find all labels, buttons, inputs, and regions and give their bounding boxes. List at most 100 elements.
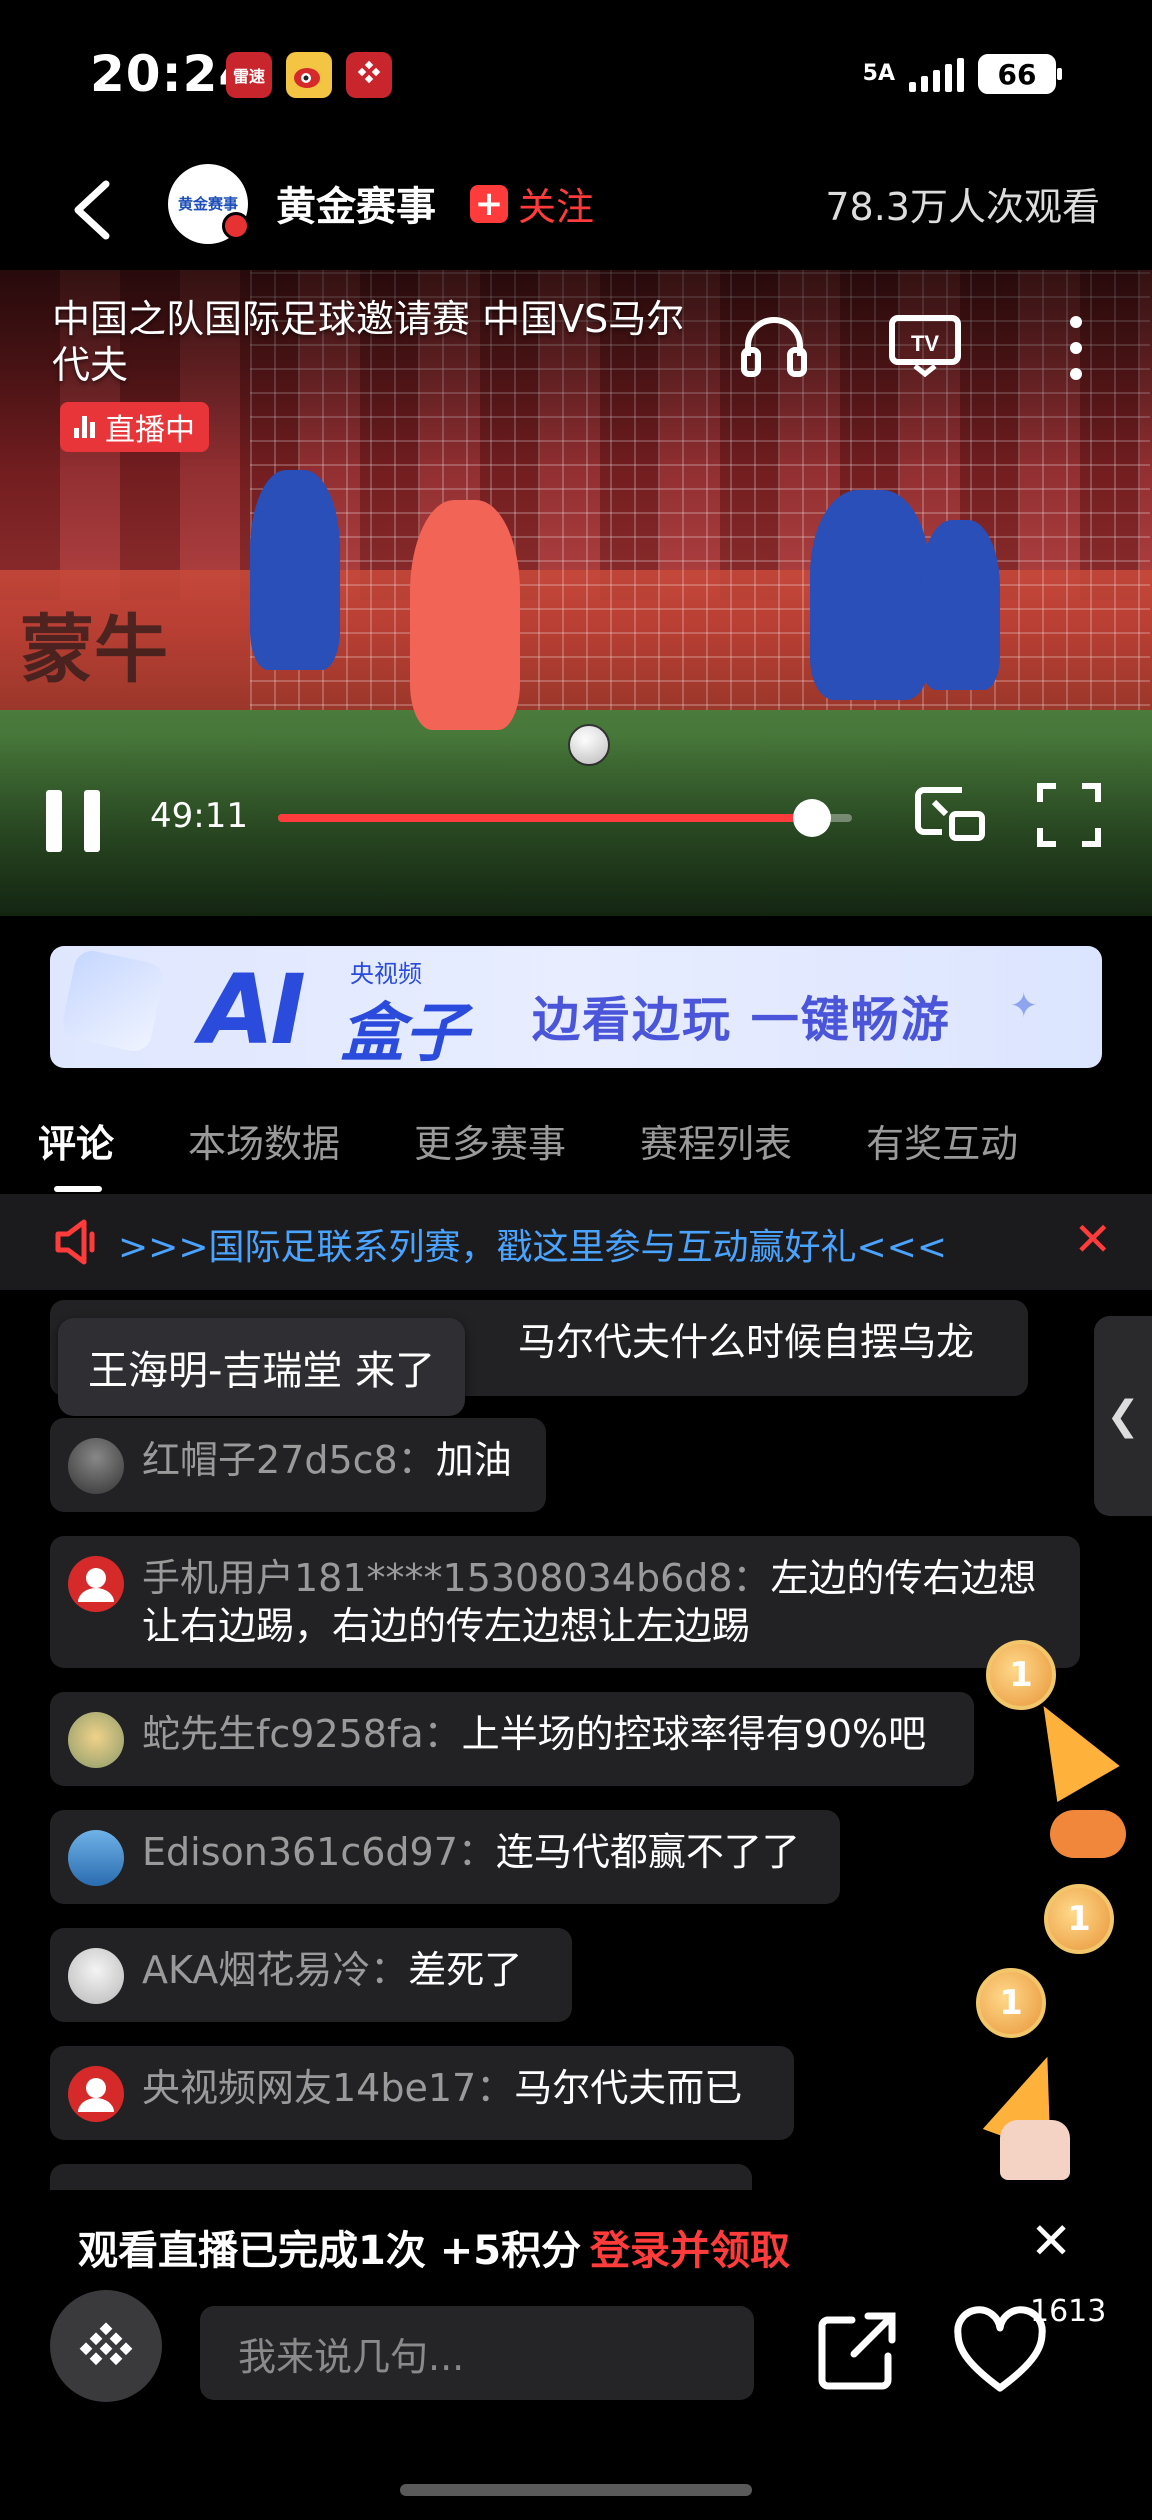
leisu-app-icon: 雷速 (226, 52, 272, 98)
comment-item: AKA烟花易冷：差死了 (50, 1928, 572, 2022)
medal-icon: 1 (1044, 1848, 1114, 1954)
speaker-icon (55, 1219, 95, 1265)
channel-logo-text: 黄金赛事 (177, 195, 238, 213)
share-icon (818, 2312, 896, 2390)
notice-close-button[interactable]: ✕ (1073, 1212, 1112, 1266)
comment-username: 手机用户181****15308034b6d8： (142, 1556, 771, 1600)
status-bar: 20:24 雷速 5A 66 (0, 0, 1152, 150)
default-user-avatar (68, 1556, 124, 1612)
svg-text:TV: TV (911, 331, 939, 356)
login-claim-link[interactable]: 登录并领取 (590, 2218, 790, 2276)
tab-comments[interactable]: 评论 (38, 1113, 114, 1168)
video-player-figure (810, 490, 930, 700)
medal-icon: 1 (986, 1604, 1056, 1710)
user-icon (78, 2078, 114, 2112)
playback-time: 49:11 (150, 796, 248, 836)
network-type: 5A (862, 61, 895, 86)
tab-more-events[interactable]: 更多赛事 (414, 1113, 566, 1168)
tab-interactive-rewards[interactable]: 有奖互动 (866, 1113, 1018, 1168)
video-title: 中国之队国际足球邀请赛 中国VS马尔代夫 (52, 297, 685, 387)
comment-username: Edison361c6d97： (142, 1830, 496, 1874)
follow-button[interactable]: + 关注 (470, 176, 594, 231)
like-count: 1613 (1030, 2294, 1107, 2329)
picture-in-picture-icon (915, 787, 985, 841)
comment-item: 手机用户181****15308034b6d8：左边的传右边想让右边踢，右边的传… (50, 1536, 1080, 1668)
active-tab-indicator (54, 1186, 102, 1192)
sparkle-icon: ✦ (1009, 986, 1039, 1026)
channel-name[interactable]: 黄金赛事 (276, 174, 436, 232)
comment-avatar (68, 1948, 124, 2004)
comment-item: 红帽子27d5c8：加油 (50, 1418, 546, 1512)
comment-item: Edison361c6d97：连马代都赢不了了 (50, 1810, 840, 1904)
side-panel-toggle[interactable]: ❮ (1094, 1316, 1152, 1516)
notice-text: >>>国际足联系列赛，戳这里参与互动赢好礼<<< (118, 1227, 947, 1268)
more-options-button[interactable] (1056, 312, 1096, 388)
pause-icon (84, 790, 100, 852)
plus-icon: + (470, 184, 508, 223)
progress-knob[interactable] (792, 799, 831, 837)
comment-item: 蛇先生fc9258fa：上半场的控球率得有90%吧 (50, 1692, 974, 1786)
comment-username: 央视频网友14be17： (142, 2066, 515, 2110)
video-player-figure (250, 470, 340, 670)
fullscreen-button[interactable] (1036, 782, 1102, 852)
tv-cast-icon: TV (889, 315, 961, 378)
comment-text: 加油 (435, 1438, 512, 1482)
diamond-grid-icon (79, 2322, 133, 2366)
banner-ai-text: AI (200, 954, 306, 1066)
comment-text: 马尔代夫而已 (514, 2066, 743, 2110)
mini-window-button[interactable] (912, 782, 988, 850)
headphones-icon (741, 317, 807, 377)
status-indicators: 5A 66 (862, 54, 1062, 94)
home-indicator[interactable] (400, 2484, 752, 2496)
chevron-left-icon: ❮ (1106, 1393, 1140, 1439)
pause-button[interactable] (46, 790, 104, 852)
video-controls: 49:11 (0, 770, 1152, 860)
status-app-icons: 雷速 (226, 52, 392, 98)
weibo-app-icon (286, 52, 332, 98)
ai-box-banner[interactable]: AI 央视频 盒子 边看边玩 一键畅游 ✦ (50, 946, 1102, 1068)
share-button[interactable] (812, 2306, 902, 2396)
chevron-left-icon (74, 180, 110, 240)
banner-cube-graphic (59, 947, 167, 1055)
comment-text: 马尔代夫什么时候自摆乌龙 (518, 1320, 975, 1364)
user-icon (78, 1568, 114, 1602)
comment-text: 上半场的控球率得有90%吧 (461, 1712, 927, 1756)
flexed-arm-icon (1000, 2120, 1070, 2180)
pause-icon (46, 790, 62, 852)
progress-bar[interactable] (278, 799, 852, 837)
ai-assistant-button[interactable] (50, 2290, 162, 2402)
fullscreen-icon (1037, 783, 1101, 847)
tab-schedule[interactable]: 赛程列表 (640, 1113, 792, 1168)
comment-text: 差死了 (408, 1948, 523, 1992)
medal-icon: 1 (976, 1932, 1046, 2038)
reward-close-button[interactable]: ✕ (1030, 2212, 1072, 2270)
banner-box-text: 盒子 (340, 997, 468, 1068)
comment-avatar (68, 1438, 124, 1494)
back-button[interactable] (66, 170, 126, 250)
default-user-avatar (68, 2066, 124, 2122)
whistle-icon (1050, 1810, 1126, 1858)
comment-text: 连马代都赢不了了 (495, 1830, 800, 1874)
video-player[interactable]: 蒙牛 中国之队国际足球邀请赛 中国VS马尔代夫 直播中 TV 49:11 (0, 270, 1152, 916)
more-vertical-icon (1070, 316, 1082, 380)
comment-username: 红帽子27d5c8： (142, 1438, 436, 1482)
comment-username: AKA烟花易冷： (142, 1948, 409, 1992)
battery-icon: 66 (978, 54, 1062, 94)
video-player-figure (920, 520, 1000, 690)
verified-badge-icon (222, 212, 250, 240)
video-board-text: 蒙牛 (20, 607, 168, 693)
content-tabs: 评论 本场数据 更多赛事 赛程列表 有奖互动 (0, 1090, 1152, 1190)
promo-notice[interactable]: >>>国际足联系列赛，戳这里参与互动赢好礼<<< ✕ (0, 1194, 1152, 1290)
audio-mode-button[interactable] (738, 310, 810, 386)
tab-match-data[interactable]: 本场数据 (188, 1113, 340, 1168)
signal-icon (909, 56, 964, 92)
channel-header: 黄金赛事 黄金赛事 + 关注 78.3万人次观看 (0, 150, 1152, 270)
cctv-video-app-icon (346, 52, 392, 98)
live-label: 直播中 (105, 413, 195, 448)
comment-input[interactable]: 我来说几句... (200, 2306, 754, 2400)
live-bars-icon (74, 416, 95, 438)
cast-tv-button[interactable]: TV (888, 314, 962, 382)
progress-fill (278, 814, 812, 822)
banner-slogan: 边看边玩 一键畅游 (532, 992, 951, 1048)
follow-label: 关注 (518, 185, 595, 229)
